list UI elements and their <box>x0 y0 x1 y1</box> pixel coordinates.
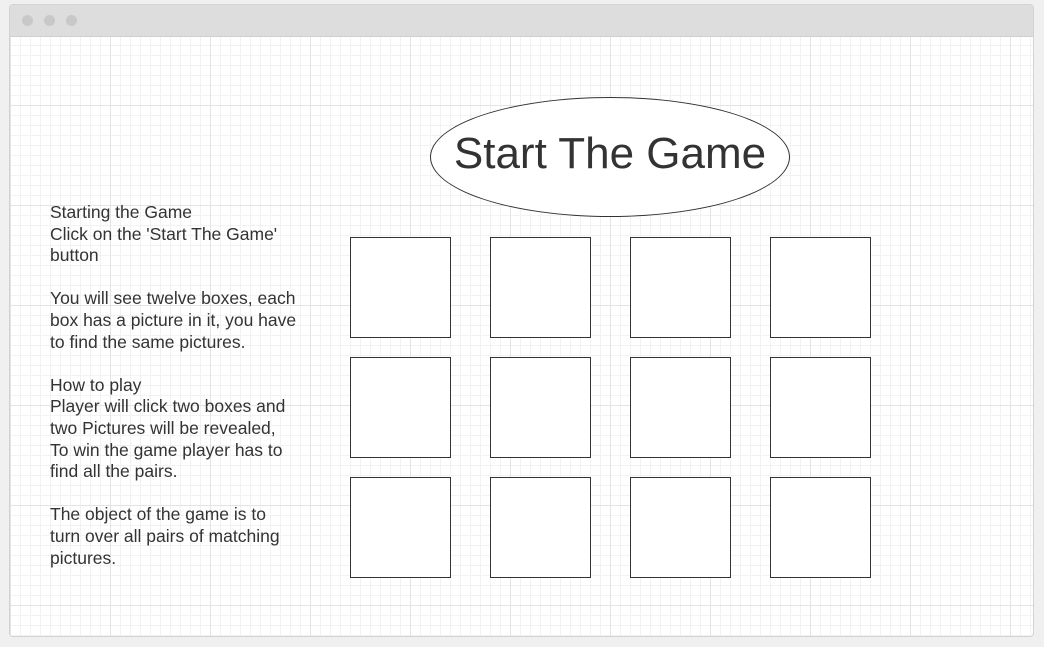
memory-card[interactable] <box>490 237 591 338</box>
window-close-dot[interactable] <box>22 15 33 26</box>
title-bar <box>10 5 1033 37</box>
play-text-line: two Pictures will be revealed, <box>50 417 276 438</box>
boxes-text-line: box has a picture in it, you have <box>50 309 297 330</box>
memory-card[interactable] <box>630 477 731 578</box>
instructions-panel: Starting the Game Click on the 'Start Th… <box>50 202 315 591</box>
memory-card[interactable] <box>350 237 451 338</box>
objective-text-line: The object of the game is to <box>50 504 266 525</box>
start-game-button[interactable]: Start The Game <box>430 97 790 217</box>
objective-text-line: pictures. <box>50 547 117 568</box>
play-text-line: Player will click two boxes and <box>50 396 286 417</box>
play-text-line: find all the pairs. <box>50 461 178 482</box>
play-text-line: To win the game player has to <box>50 439 283 460</box>
memory-card[interactable] <box>490 357 591 458</box>
memory-card[interactable] <box>770 477 871 578</box>
start-heading: Starting the Game <box>50 202 193 222</box>
app-window: Starting the Game Click on the 'Start Th… <box>9 4 1034 637</box>
start-text-line: Click on the 'Start The Game' <box>50 223 278 244</box>
memory-card[interactable] <box>770 357 871 458</box>
memory-card[interactable] <box>350 357 451 458</box>
start-instructions: Starting the Game Click on the 'Start Th… <box>50 202 315 267</box>
memory-card[interactable] <box>350 477 451 578</box>
boxes-instructions: You will see twelve boxes, each box has … <box>50 288 315 353</box>
boxes-text-line: You will see twelve boxes, each <box>50 288 296 309</box>
boxes-text-line: to find the same pictures. <box>50 331 246 352</box>
objective-text-line: turn over all pairs of matching <box>50 525 280 546</box>
window-minimize-dot[interactable] <box>44 15 55 26</box>
grid-canvas: Starting the Game Click on the 'Start Th… <box>10 37 1033 636</box>
memory-card[interactable] <box>630 357 731 458</box>
memory-card[interactable] <box>770 237 871 338</box>
play-heading: How to play <box>50 374 142 395</box>
play-instructions: How to play Player will click two boxes … <box>50 375 315 483</box>
start-text-line: button <box>50 245 99 266</box>
start-game-label: Start The Game <box>453 129 767 178</box>
memory-card[interactable] <box>630 237 731 338</box>
window-maximize-dot[interactable] <box>66 15 77 26</box>
objective-instructions: The object of the game is to turn over a… <box>50 504 315 569</box>
memory-card[interactable] <box>490 477 591 578</box>
